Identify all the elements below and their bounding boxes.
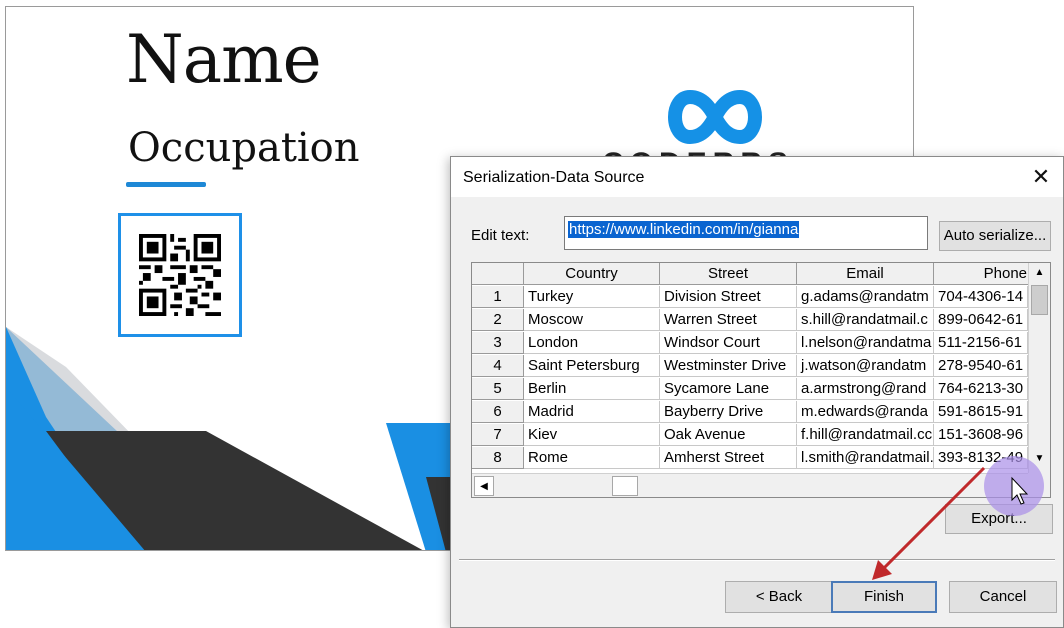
grid-cell[interactable]: 393-8132-49 [934,447,1028,469]
edit-text-input[interactable]: https://www.linkedin.com/in/gianna [564,216,928,250]
grid-cell[interactable]: Windsor Court [660,332,797,354]
row-header[interactable]: 5 [472,378,524,400]
grid-cell[interactable]: Moscow [524,309,660,331]
grid-cell[interactable]: 511-2156-61 [934,332,1028,354]
card-name-text: Name [126,21,322,98]
horizontal-scrollbar[interactable]: ◀ [472,473,1028,497]
grid-cell[interactable]: j.watson@randatm [797,355,934,377]
grid-cell[interactable]: Sycamore Lane [660,378,797,400]
grid-cell[interactable]: Kiev [524,424,660,446]
dialog-title: Serialization-Data Source [463,169,645,186]
qr-code-frame [118,213,242,337]
chevron-down-icon[interactable]: ▼ [1029,449,1050,469]
chevron-left-icon[interactable]: ◀ [474,476,494,496]
row-header[interactable]: 4 [472,355,524,377]
grid-cell[interactable]: 591-8615-91 [934,401,1028,423]
back-button[interactable]: < Back [725,581,833,613]
grid-cell[interactable]: 764-6213-30 [934,378,1028,400]
grid-cell[interactable]: Rome [524,447,660,469]
grid-cell[interactable]: Turkey [524,286,660,308]
grid-cell[interactable]: g.adams@randatm [797,286,934,308]
chevron-up-icon[interactable]: ▲ [1029,263,1050,283]
close-button[interactable]: ✕ [1019,157,1063,197]
column-header-country[interactable]: Country [524,263,660,285]
grid-cell[interactable]: a.armstrong@rand [797,378,934,400]
grid-cell[interactable]: Warren Street [660,309,797,331]
grid-cell[interactable]: Berlin [524,378,660,400]
row-header[interactable]: 6 [472,401,524,423]
dialog-titlebar: Serialization-Data Source ✕ [451,157,1063,197]
close-icon: ✕ [1031,164,1051,189]
column-header-phone[interactable]: Phone [934,263,1034,285]
grid-cell[interactable]: 151-3608-96 [934,424,1028,446]
data-grid[interactable]: Country Street Email Phone 1 Turkey Divi… [471,262,1051,498]
vertical-scrollbar[interactable]: ▲ ▼ [1028,263,1050,473]
grid-cell[interactable]: Amherst Street [660,447,797,469]
grid-cell[interactable]: Division Street [660,286,797,308]
card-occupation-text: Occupation [128,125,360,171]
cancel-button[interactable]: Cancel [949,581,1057,613]
grid-cell[interactable]: Oak Avenue [660,424,797,446]
horizontal-scroll-thumb[interactable] [612,476,638,496]
grid-cell[interactable]: f.hill@randatmail.cc [797,424,934,446]
grid-cell[interactable]: Madrid [524,401,660,423]
grid-cell[interactable]: l.smith@randatmail. [797,447,934,469]
qr-code-icon [139,234,221,316]
column-header-street[interactable]: Street [660,263,797,285]
grid-cell[interactable]: 899-0642-61 [934,309,1028,331]
row-header[interactable]: 8 [472,447,524,469]
serialization-data-source-dialog: Serialization-Data Source ✕ Edit text: h… [450,156,1064,628]
finish-button[interactable]: Finish [831,581,937,613]
grid-cell[interactable]: 278-9540-61 [934,355,1028,377]
grid-cell[interactable]: s.hill@randatmail.c [797,309,934,331]
scrollbar-corner [1028,473,1050,497]
row-header[interactable]: 7 [472,424,524,446]
row-header[interactable]: 3 [472,332,524,354]
grid-cell[interactable]: Bayberry Drive [660,401,797,423]
edit-text-selected-value: https://www.linkedin.com/in/gianna [568,221,800,238]
card-underline [126,182,206,187]
grid-cell[interactable]: 704-4306-14 [934,286,1028,308]
logo-infinity-icon [668,89,762,145]
grid-cell[interactable]: l.nelson@randatma [797,332,934,354]
export-button[interactable]: Export... [945,504,1053,534]
row-header[interactable]: 2 [472,309,524,331]
dialog-separator [459,559,1055,561]
row-header[interactable]: 1 [472,286,524,308]
grid-corner-header [472,263,524,285]
vertical-scroll-thumb[interactable] [1031,285,1048,315]
edit-text-label: Edit text: [471,227,530,244]
grid-cell[interactable]: Westminster Drive [660,355,797,377]
grid-cell[interactable]: London [524,332,660,354]
grid-cell[interactable]: m.edwards@randa [797,401,934,423]
grid-cell[interactable]: Saint Petersburg [524,355,660,377]
auto-serialize-button[interactable]: Auto serialize... [939,221,1051,251]
column-header-email[interactable]: Email [797,263,934,285]
